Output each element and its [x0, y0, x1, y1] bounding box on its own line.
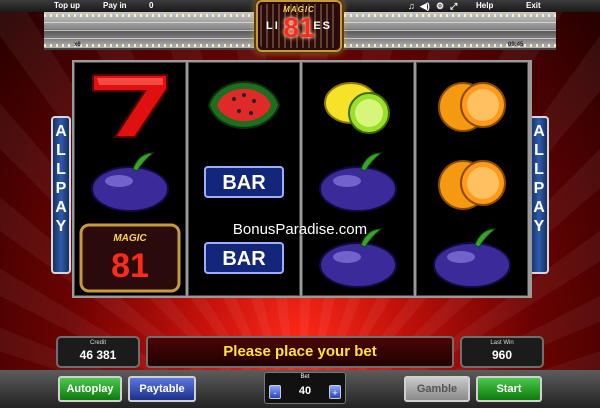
bet-value: 40: [298, 385, 312, 397]
bar-symbol: BAR: [204, 166, 284, 198]
watermark-text: BonusParadise.com: [232, 221, 368, 238]
logo-number: 81: [283, 12, 315, 43]
bet-control: Bet - 40 +: [264, 372, 346, 404]
status-message: Please place your bet: [146, 336, 454, 368]
header-left-note: x6: [74, 42, 81, 48]
help-button[interactable]: Help: [476, 2, 493, 10]
last-win-panel: Last Win 960: [460, 336, 544, 368]
credit-panel: Credit 46 381: [56, 336, 140, 368]
game-logo: MAGIC LI ES 81: [256, 0, 342, 52]
allpay-left-text: ALLPAY: [55, 123, 67, 235]
orange-symbol: [438, 160, 506, 210]
seven-symbol: [92, 74, 168, 138]
plum-symbol: [319, 152, 397, 212]
fullscreen-icon[interactable]: ⤢: [450, 1, 457, 11]
bar-text: BAR: [222, 248, 266, 270]
reel-logo-number: 81: [111, 247, 149, 285]
reel-4: [416, 62, 528, 296]
bet-decrease-button[interactable]: -: [269, 385, 281, 399]
plum-symbol: [433, 228, 511, 288]
bar-text: BAR: [222, 172, 266, 194]
autoplay-button[interactable]: Autoplay: [58, 376, 122, 402]
last-win-value: 960: [491, 348, 513, 362]
orange-symbol: [438, 82, 506, 132]
settings-icon[interactable]: ⚙: [436, 1, 444, 11]
plum-symbol: [91, 152, 169, 212]
magic81-logo-symbol: MAGIC 81: [79, 223, 181, 293]
watermelon-symbol: [207, 81, 281, 129]
allpay-right-text: ALLPAY: [533, 123, 545, 235]
top-up-button[interactable]: Top up: [54, 2, 80, 10]
allpay-left-panel: ALLPAY: [51, 116, 71, 274]
sound-icon[interactable]: ◀): [420, 1, 430, 11]
lemon-symbol: [324, 82, 390, 134]
credit-value: 46 381: [79, 348, 117, 362]
reel-1: MAGIC 81: [74, 62, 186, 296]
exit-button[interactable]: Exit: [526, 2, 541, 10]
allpay-right-panel: ALLPAY: [529, 116, 549, 274]
music-icon[interactable]: ♫: [408, 1, 415, 11]
reel-2: BAR BAR: [188, 62, 300, 296]
pay-in-button[interactable]: Pay in: [103, 2, 127, 10]
reel-logo-magic: MAGIC: [113, 233, 147, 244]
credit-label: Credit: [89, 340, 106, 346]
balance-value: 0: [149, 1, 154, 10]
bet-label: Bet: [300, 374, 310, 380]
gamble-button[interactable]: Gamble: [404, 376, 470, 402]
reel-3: [302, 62, 414, 296]
start-button[interactable]: Start: [476, 376, 542, 402]
paytable-button[interactable]: Paytable: [128, 376, 196, 402]
last-win-label: Last Win: [490, 340, 514, 346]
header-right-note: 09:45: [508, 42, 524, 48]
bet-increase-button[interactable]: +: [329, 385, 341, 399]
